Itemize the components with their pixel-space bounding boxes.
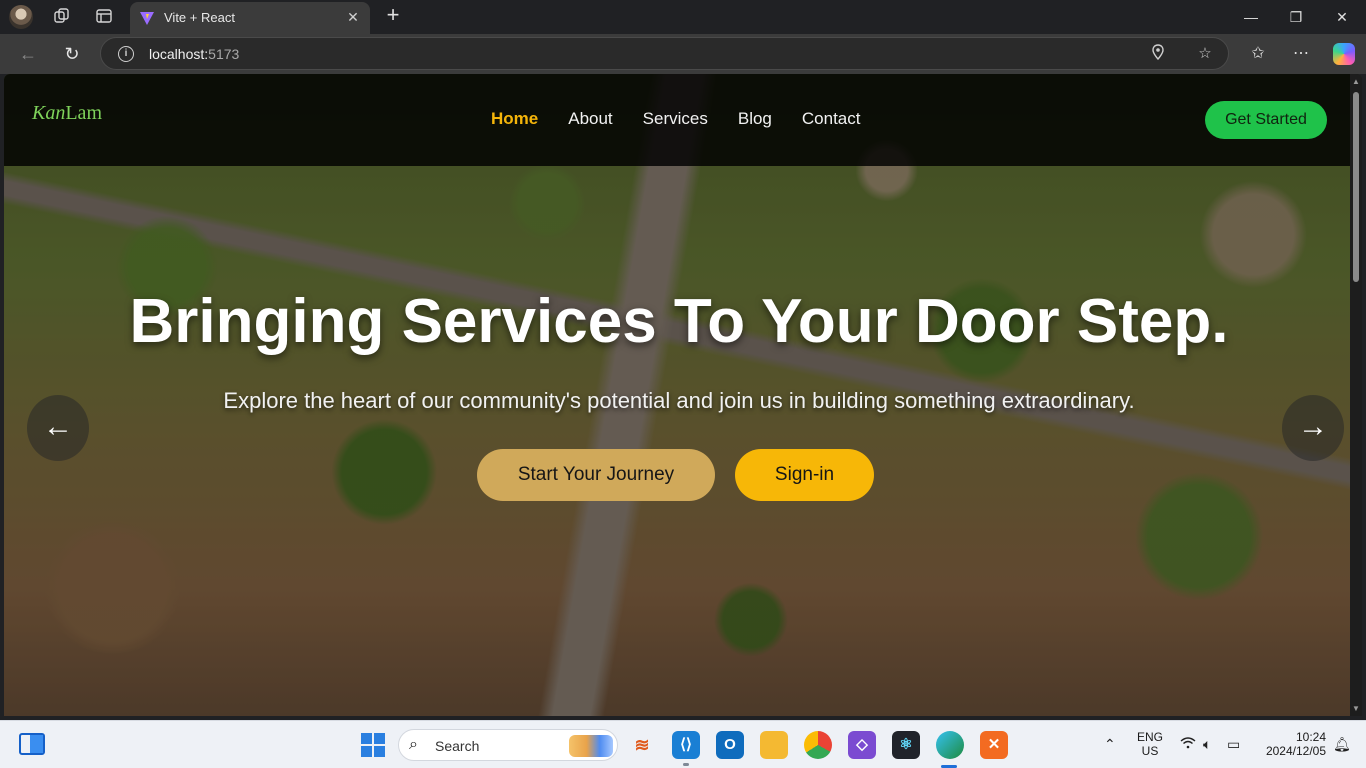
show-hidden-icons-icon[interactable]: ⌃ xyxy=(1104,736,1116,753)
prev-slide-arrow-icon[interactable]: ← xyxy=(27,395,89,461)
nav-home[interactable]: Home xyxy=(491,109,538,129)
search-icon: ⌕ xyxy=(409,736,418,753)
nav-contact[interactable]: Contact xyxy=(802,109,861,129)
outlook-lines-app-icon[interactable]: ≋ xyxy=(628,731,656,759)
start-button-icon[interactable] xyxy=(361,733,385,757)
react-devtools-app-icon[interactable]: ⚛ xyxy=(892,731,920,759)
chrome-app-icon[interactable] xyxy=(804,731,832,759)
location-icon[interactable] xyxy=(1148,44,1168,64)
restore-icon[interactable]: ❐ xyxy=(1273,2,1319,32)
profile-avatar[interactable] xyxy=(9,5,33,29)
nav-blog[interactable]: Blog xyxy=(738,109,772,129)
hero-headline: Bringing Services To Your Door Step. xyxy=(129,287,1229,356)
workspaces-icon[interactable] xyxy=(52,7,72,27)
taskbar: ⌕ Search ≋ ⟨⟩ O ◇ ⚛ ✕ ⌃ ENG US 🔈︎ ▭ 10:2… xyxy=(0,720,1366,768)
search-highlight-image xyxy=(569,735,613,757)
main-menu: Home About Services Blog Contact xyxy=(491,109,860,129)
volume-icon[interactable]: 🔈︎ xyxy=(1203,736,1211,753)
taskbar-search[interactable]: ⌕ Search xyxy=(398,729,618,761)
xampp-app-icon[interactable]: ✕ xyxy=(980,731,1008,759)
next-slide-arrow-icon[interactable]: → xyxy=(1282,395,1344,461)
minimize-icon[interactable]: — xyxy=(1228,2,1274,32)
clock[interactable]: 10:24 2024/12/05 xyxy=(1256,730,1326,758)
page-scrollbar[interactable]: ▲ ▼ xyxy=(1350,74,1362,716)
edge-app-icon[interactable] xyxy=(936,731,964,759)
site-logo[interactable]: KanLam xyxy=(32,102,102,125)
url-text[interactable]: localhost:5173 xyxy=(149,46,239,62)
get-started-button[interactable]: Get Started xyxy=(1205,101,1327,139)
scroll-down-icon[interactable]: ▼ xyxy=(1352,704,1360,713)
visual-studio-app-icon[interactable]: ◇ xyxy=(848,731,876,759)
scroll-up-icon[interactable]: ▲ xyxy=(1352,77,1360,86)
nav-about[interactable]: About xyxy=(568,109,612,129)
browser-titlebar: Vite + React ✕ + — ❐ ✕ xyxy=(0,0,1366,34)
close-icon[interactable]: ✕ xyxy=(344,8,362,26)
scroll-thumb[interactable] xyxy=(1353,92,1359,282)
favorites-icon[interactable]: ✩ xyxy=(1247,43,1269,65)
sign-in-button[interactable]: Sign-in xyxy=(735,449,874,501)
notification-bell-icon[interactable]: 🔔︎ xyxy=(1333,736,1351,753)
file-explorer-app-icon[interactable] xyxy=(760,731,788,759)
vite-favicon xyxy=(139,10,155,26)
refresh-icon[interactable]: ↻ xyxy=(61,43,83,65)
site-navbar: KanLam Home About Services Blog Contact … xyxy=(4,74,1362,166)
nav-services[interactable]: Services xyxy=(643,109,708,129)
browser-toolbar: ← ↻ i localhost:5173 ☆ ✩ ⋯ xyxy=(0,34,1366,74)
info-icon[interactable]: i xyxy=(118,46,134,62)
tab-actions-icon[interactable] xyxy=(94,7,114,27)
close-window-icon[interactable]: ✕ xyxy=(1319,2,1365,32)
vscode-app-icon[interactable]: ⟨⟩ xyxy=(672,731,700,759)
start-journey-button[interactable]: Start Your Journey xyxy=(477,449,715,501)
star-icon[interactable]: ☆ xyxy=(1195,44,1215,64)
active-tab[interactable]: Vite + React ✕ xyxy=(130,2,370,34)
tab-title: Vite + React xyxy=(164,10,235,25)
hero-subhead: Explore the heart of our community's pot… xyxy=(223,388,1135,413)
search-label: Search xyxy=(435,738,480,754)
more-icon[interactable]: ⋯ xyxy=(1290,43,1312,65)
language-indicator[interactable]: ENG US xyxy=(1134,730,1166,758)
widgets-icon[interactable] xyxy=(19,733,45,755)
wifi-icon[interactable] xyxy=(1180,736,1196,752)
outlook-app-icon[interactable]: O xyxy=(716,731,744,759)
page-viewport: KanLam Home About Services Blog Contact … xyxy=(4,74,1362,716)
battery-icon[interactable]: ▭ xyxy=(1227,736,1240,753)
plus-icon[interactable]: + xyxy=(382,4,404,27)
vscode-running-dot xyxy=(683,763,689,766)
address-bar[interactable]: i localhost:5173 ☆ xyxy=(100,37,1229,70)
copilot-icon[interactable] xyxy=(1333,43,1355,65)
back-icon[interactable]: ← xyxy=(17,43,39,65)
